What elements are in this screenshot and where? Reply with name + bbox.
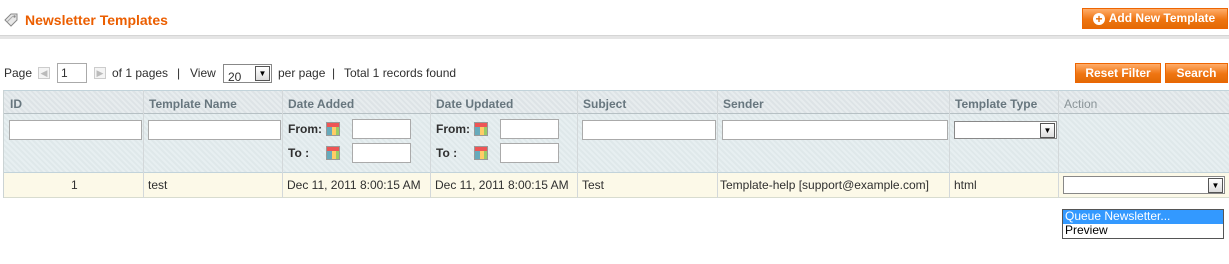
page-number-input[interactable]: 1 bbox=[57, 63, 87, 83]
cell-sender: Template-help [support@example.com] bbox=[720, 178, 929, 192]
templates-grid: ID Template Name Date Added Date Updated… bbox=[3, 90, 1229, 198]
prev-page-icon[interactable]: ◀ bbox=[38, 67, 50, 79]
cell-date-added: Dec 11, 2011 8:00:15 AM bbox=[287, 178, 421, 192]
grid-filter-row: From: To : From: To : ▼ bbox=[4, 114, 1229, 173]
date-updated-from-input[interactable] bbox=[500, 119, 559, 139]
add-new-template-label: Add New Template bbox=[1108, 11, 1216, 25]
filter-sender-input[interactable] bbox=[722, 120, 948, 140]
calendar-icon[interactable] bbox=[326, 146, 340, 160]
pager: Page ◀ 1 ▶ of 1 pages | View 20 ▼ per pa… bbox=[4, 62, 474, 84]
cell-id: 1 bbox=[71, 178, 78, 192]
filter-id-input[interactable] bbox=[9, 120, 142, 140]
column-header-template-type[interactable]: Template Type bbox=[955, 97, 1037, 111]
column-divider bbox=[430, 90, 431, 198]
date-added-to-input[interactable] bbox=[352, 143, 411, 163]
column-divider bbox=[949, 90, 950, 198]
table-row[interactable]: 1 test Dec 11, 2011 8:00:15 AM Dec 11, 2… bbox=[4, 173, 1229, 198]
grid-header-row: ID Template Name Date Added Date Updated… bbox=[4, 90, 1229, 114]
column-divider bbox=[717, 90, 718, 198]
cell-template-name: test bbox=[148, 178, 168, 192]
page-title: Newsletter Templates bbox=[25, 12, 168, 28]
calendar-icon[interactable] bbox=[326, 122, 340, 136]
chevron-down-icon: ▼ bbox=[1040, 123, 1055, 138]
total-records: Total 1 records found bbox=[344, 66, 457, 80]
per-page-label: per page bbox=[278, 66, 326, 80]
calendar-icon[interactable] bbox=[474, 122, 488, 136]
column-divider bbox=[1058, 90, 1059, 198]
column-divider bbox=[577, 90, 578, 198]
column-header-date-updated[interactable]: Date Updated bbox=[436, 97, 513, 111]
filter-subject-input[interactable] bbox=[582, 120, 716, 140]
date-added-from-input[interactable] bbox=[352, 119, 411, 139]
action-dropdown-list: Queue Newsletter... Preview bbox=[1062, 209, 1224, 239]
column-header-template-name[interactable]: Template Name bbox=[149, 97, 237, 111]
column-header-action: Action bbox=[1064, 97, 1098, 111]
view-label: View bbox=[190, 66, 216, 80]
action-option-preview[interactable]: Preview bbox=[1063, 224, 1223, 238]
pager-separator: | bbox=[177, 66, 181, 80]
next-page-icon[interactable]: ▶ bbox=[94, 67, 106, 79]
cell-subject: Test bbox=[582, 178, 605, 192]
header-divider bbox=[0, 35, 1229, 39]
tag-icon bbox=[4, 13, 18, 27]
date-added-from-label: From: bbox=[288, 122, 322, 136]
column-divider bbox=[143, 90, 144, 198]
action-option-queue-newsletter[interactable]: Queue Newsletter... bbox=[1063, 210, 1223, 224]
column-header-id[interactable]: ID bbox=[10, 97, 22, 111]
column-header-sender[interactable]: Sender bbox=[723, 97, 764, 111]
cell-template-type: html bbox=[954, 178, 977, 192]
cell-date-updated: Dec 11, 2011 8:00:15 AM bbox=[435, 178, 569, 192]
per-page-select[interactable]: 20 ▼ bbox=[223, 64, 272, 84]
column-header-subject[interactable]: Subject bbox=[583, 97, 626, 111]
chevron-down-icon: ▼ bbox=[255, 66, 270, 81]
pager-separator: | bbox=[332, 66, 336, 80]
add-new-template-button[interactable]: + Add New Template bbox=[1082, 8, 1228, 29]
filter-template-type-select[interactable]: ▼ bbox=[954, 121, 1057, 139]
row-action-select[interactable]: ▼ bbox=[1063, 176, 1225, 194]
filter-template-name-input[interactable] bbox=[148, 120, 281, 140]
reset-filter-button[interactable]: Reset Filter bbox=[1075, 63, 1161, 83]
page-header: Newsletter Templates + Add New Template bbox=[0, 0, 1229, 39]
chevron-down-icon: ▼ bbox=[1208, 178, 1223, 193]
search-button[interactable]: Search bbox=[1165, 63, 1228, 83]
date-updated-to-label: To : bbox=[436, 146, 458, 160]
date-added-to-label: To : bbox=[288, 146, 310, 160]
plus-icon: + bbox=[1093, 13, 1105, 25]
column-header-date-added[interactable]: Date Added bbox=[288, 97, 354, 111]
date-updated-to-input[interactable] bbox=[500, 143, 559, 163]
of-pages-text: of 1 pages bbox=[112, 66, 169, 80]
calendar-icon[interactable] bbox=[474, 146, 488, 160]
page-label: Page bbox=[4, 66, 33, 80]
date-updated-from-label: From: bbox=[436, 122, 470, 136]
column-divider bbox=[282, 90, 283, 198]
